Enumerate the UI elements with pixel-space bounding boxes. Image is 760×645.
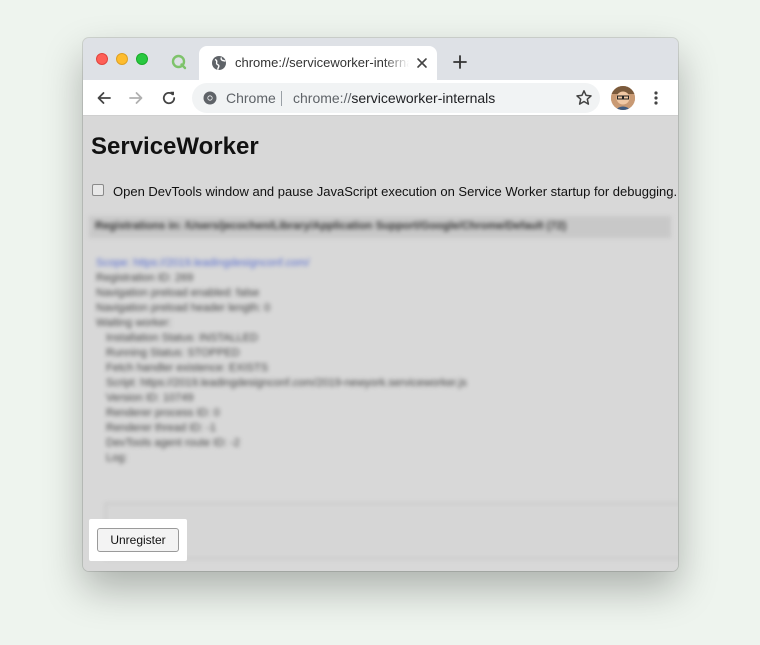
tab-strip: chrome://serviceworker-internals bbox=[83, 38, 678, 80]
debug-on-startup-checkbox[interactable] bbox=[92, 184, 104, 196]
new-tab-plus-icon[interactable] bbox=[453, 55, 467, 69]
reload-icon[interactable] bbox=[161, 90, 177, 106]
omnibox-origin-chip: Chrome bbox=[226, 90, 276, 106]
url-text: chrome://serviceworker-internals bbox=[293, 90, 495, 106]
browser-toolbar: Chrome chrome://serviceworker-internals bbox=[83, 80, 678, 116]
debug-on-startup-label: Open DevTools window and pause JavaScrip… bbox=[113, 184, 678, 199]
bookmark-star-icon[interactable] bbox=[575, 89, 593, 107]
worker-detail-line: Renderer thread ID: -1 bbox=[106, 422, 217, 434]
forward-arrow-icon[interactable] bbox=[128, 90, 144, 106]
scope-link[interactable]: Scope: https://2019.leadingdesignconf.co… bbox=[96, 256, 467, 271]
close-window-button[interactable] bbox=[96, 53, 108, 65]
address-bar[interactable]: Chrome chrome://serviceworker-internals bbox=[192, 83, 600, 113]
worker-detail-line: DevTools agent route ID: -2 bbox=[106, 437, 240, 449]
worker-detail-line: Script: https://2019.leadingdesignconf.c… bbox=[106, 377, 467, 389]
minimize-window-button[interactable] bbox=[116, 53, 128, 65]
worker-log-box[interactable] bbox=[105, 503, 678, 559]
maximize-window-button[interactable] bbox=[136, 53, 148, 65]
profile-avatar[interactable] bbox=[611, 86, 635, 110]
tab-serviceworker-internals[interactable]: chrome://serviceworker-internals bbox=[199, 46, 437, 80]
worker-detail-line: Version ID: 10749 bbox=[106, 392, 194, 404]
more-menu-icon[interactable] bbox=[654, 91, 658, 105]
unregister-highlight: Unregister bbox=[89, 519, 187, 561]
tab-title: chrome://serviceworker-internals bbox=[235, 55, 409, 70]
registration-detail-line: Waiting worker: bbox=[96, 317, 172, 329]
unregister-button[interactable]: Unregister bbox=[97, 528, 179, 552]
worker-detail-line: Running Status: STOPPED bbox=[106, 347, 240, 359]
page-content: ServiceWorker Open DevTools window and p… bbox=[83, 117, 678, 571]
globe-icon bbox=[212, 56, 226, 71]
url-scheme: chrome:// bbox=[293, 90, 352, 106]
worker-detail-line: Fetch handler existence: EXISTS bbox=[106, 362, 269, 374]
registration-details: Scope: https://2019.leadingdesignconf.co… bbox=[96, 256, 467, 466]
registration-detail-line: Navigation preload enabled: false bbox=[96, 287, 260, 299]
chrome-logo-icon bbox=[203, 91, 217, 105]
registrations-header: Registrations in: /Users/jecochen/Librar… bbox=[89, 216, 671, 238]
omnibox-separator bbox=[281, 91, 282, 106]
pinned-tab-favicon-icon[interactable] bbox=[171, 54, 187, 70]
close-icon[interactable] bbox=[415, 56, 429, 70]
back-arrow-icon[interactable] bbox=[96, 90, 112, 106]
page-title: ServiceWorker bbox=[91, 133, 259, 160]
registration-detail-line: Navigation preload header length: 0 bbox=[96, 302, 271, 314]
url-path: serviceworker-internals bbox=[351, 90, 496, 106]
browser-window: chrome://serviceworker-internals Chrome … bbox=[83, 38, 678, 571]
worker-detail-line: Renderer process ID: 0 bbox=[106, 407, 220, 419]
registration-detail-line: Registration ID: 269 bbox=[96, 272, 194, 284]
worker-detail-line: Installation Status: INSTALLED bbox=[106, 332, 259, 344]
person-avatar-icon bbox=[611, 86, 635, 110]
worker-detail-line: Log: bbox=[106, 452, 128, 464]
